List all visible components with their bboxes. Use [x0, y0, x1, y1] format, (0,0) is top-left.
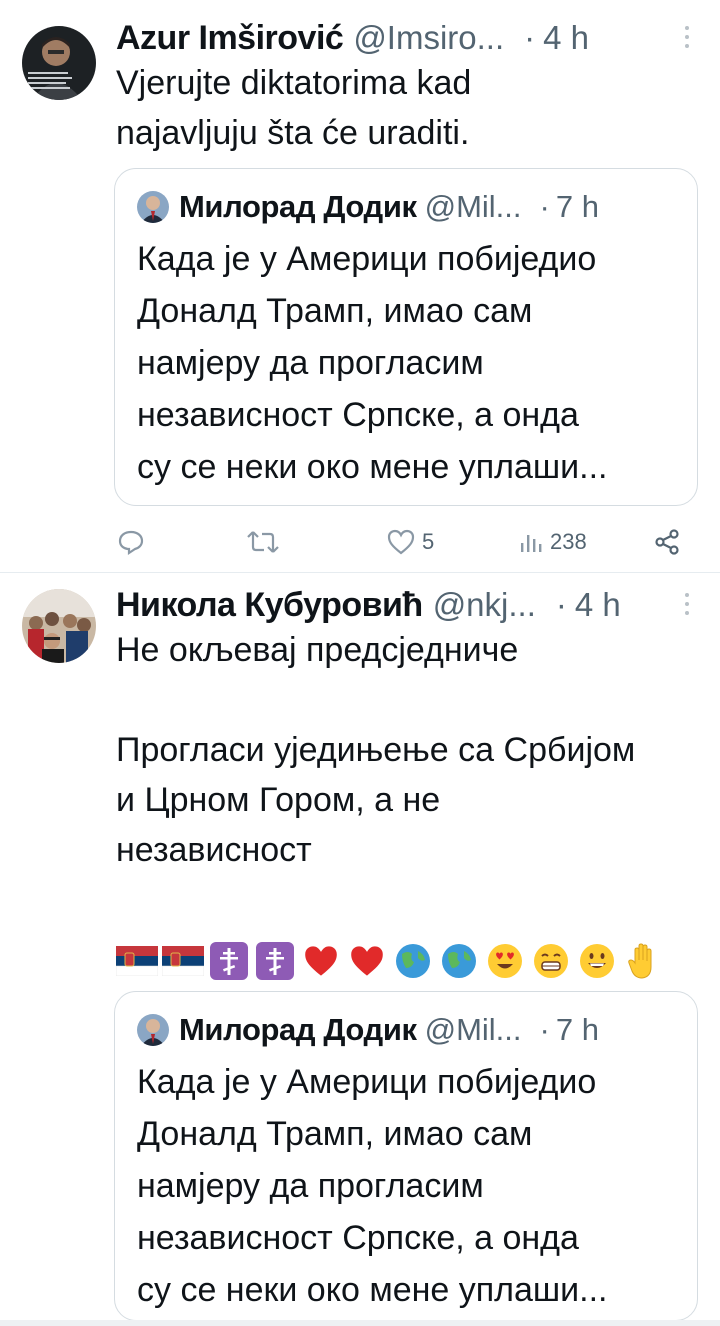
like-button[interactable]: 5 — [386, 522, 434, 562]
author-name[interactable]: Azur Imširović — [116, 19, 344, 58]
red-heart-icon — [346, 941, 388, 981]
heart-eyes-face-icon — [484, 941, 526, 981]
quoted-author-name: Милорад Додик — [179, 189, 417, 224]
separator-dot: · — [539, 189, 550, 224]
serbia-flag-icon — [162, 941, 204, 981]
orthodox-cross-icon — [208, 941, 250, 981]
tweet-text: Не окљевај предсједниче Прогласи уједиње… — [116, 631, 636, 869]
globe-icon — [392, 941, 434, 981]
quoted-author-handle: @Mil... — [424, 189, 522, 224]
views-button[interactable]: 238 — [518, 522, 587, 562]
author-avatar[interactable] — [22, 26, 96, 100]
tweet-1[interactable]: Azur Imširović @Imsiro... · 4 h Vjerujte… — [0, 0, 720, 572]
quoted-tweet[interactable]: Милорад Додик @Mil... · 7 h Када је у Ам… — [114, 991, 698, 1321]
quoted-author-name: Милорад Додик — [179, 1012, 417, 1047]
quoted-tweet-time: 7 h — [555, 1012, 599, 1047]
share-button[interactable] — [654, 522, 682, 562]
views-count: 238 — [550, 529, 587, 554]
author-avatar[interactable] — [22, 589, 96, 663]
quoted-tweet-text: Када је у Америци побиједио Доналд Трамп… — [137, 1063, 608, 1309]
tweet-actions: 5 238 — [114, 522, 690, 562]
more-options-icon[interactable] — [684, 593, 690, 617]
serbia-flag-icon — [116, 941, 158, 981]
quoted-author-handle: @Mil... — [424, 1012, 522, 1047]
tweet-time[interactable]: 4 h — [543, 19, 589, 57]
red-heart-icon — [300, 941, 342, 981]
like-count: 5 — [422, 529, 435, 554]
globe-icon — [438, 941, 480, 981]
quoted-tweet-text: Када је у Америци побиједио Доналд Трамп… — [137, 240, 608, 486]
retweet-button[interactable] — [246, 522, 286, 562]
orthodox-cross-icon — [254, 941, 296, 981]
grinning-face-icon — [576, 941, 618, 981]
raised-hand-icon — [622, 941, 664, 981]
tweet-2[interactable]: Никола Кубуровић @nkj... · 4 h Не окљева… — [0, 573, 720, 1326]
reply-icon — [118, 530, 144, 556]
emoji-row — [116, 939, 668, 983]
author-handle[interactable]: @nkj... — [433, 586, 536, 624]
retweet-icon — [247, 531, 279, 553]
author-name[interactable]: Никола Кубуровић — [116, 586, 423, 625]
separator-dot: · — [524, 19, 536, 56]
author-handle[interactable]: @Imsiro... — [353, 19, 504, 57]
bottom-edge — [0, 1320, 720, 1326]
share-icon — [655, 529, 679, 555]
quoted-author-avatar — [137, 1014, 169, 1046]
separator-dot: · — [539, 1012, 550, 1047]
tweet-time[interactable]: 4 h — [575, 586, 621, 624]
separator-dot: · — [555, 586, 567, 623]
quoted-author-avatar — [137, 191, 169, 223]
views-icon — [521, 535, 542, 552]
grinning-teeth-face-icon — [530, 941, 572, 981]
heart-icon — [387, 529, 415, 555]
quoted-tweet[interactable]: Милорад Додик @Mil... · 7 h Када је у Ам… — [114, 168, 698, 506]
tweet-text: Vjerujte diktatorima kad najavljuju šta … — [116, 64, 472, 152]
more-options-icon[interactable] — [684, 26, 690, 50]
quoted-tweet-time: 7 h — [555, 189, 599, 224]
reply-button[interactable] — [116, 522, 152, 562]
